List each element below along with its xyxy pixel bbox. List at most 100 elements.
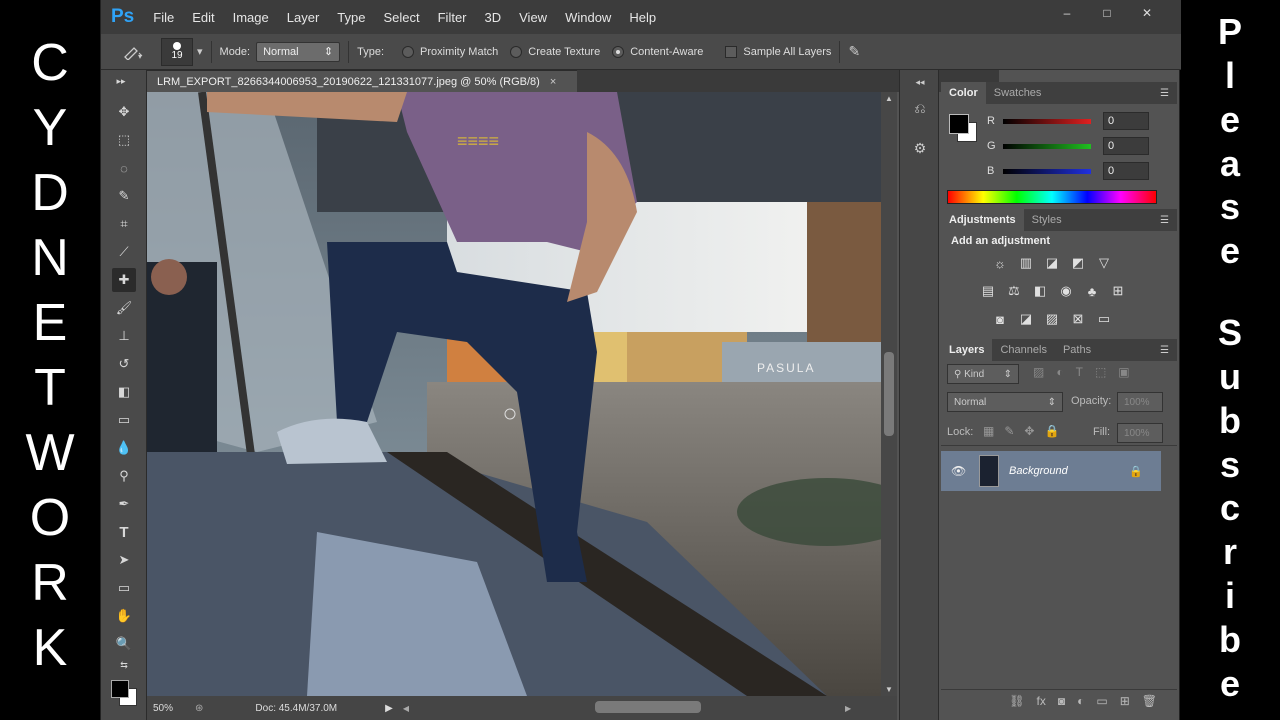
lock-transparency-icon[interactable]: ▦: [983, 424, 994, 438]
pixel-filter-icon[interactable]: ▨: [1033, 365, 1044, 379]
red-value[interactable]: 0: [1103, 112, 1149, 130]
document-tab[interactable]: LRM_EXPORT_8266344006953_20190622_121331…: [147, 70, 577, 92]
scroll-left-arrow-icon[interactable]: ◀: [403, 704, 409, 713]
pen-tool-icon[interactable]: ✒: [112, 492, 136, 516]
lasso-tool-icon[interactable]: ◌: [112, 156, 136, 180]
adjustment-filter-icon[interactable]: ◐: [1056, 365, 1063, 379]
properties-panel-icon[interactable]: ⚙: [910, 138, 930, 158]
menu-file[interactable]: File: [144, 10, 183, 25]
tab-layers[interactable]: Layers: [941, 339, 993, 361]
sample-all-layers-checkbox[interactable]: [725, 45, 738, 58]
curves-icon[interactable]: ◪: [1043, 254, 1061, 272]
exposure-icon[interactable]: ◩: [1069, 254, 1087, 272]
panel-menu-icon[interactable]: ☰: [1160, 345, 1169, 356]
color-fg-swatch[interactable]: [949, 114, 969, 134]
tab-styles[interactable]: Styles: [1024, 209, 1070, 231]
menu-help[interactable]: Help: [620, 10, 665, 25]
maximize-button[interactable]: □: [1089, 4, 1125, 22]
blend-mode-select[interactable]: Normal ⇕: [947, 392, 1063, 412]
tab-color[interactable]: Color: [941, 82, 986, 104]
mode-select[interactable]: Normal ⇕: [256, 41, 341, 62]
blue-slider[interactable]: [1003, 168, 1091, 174]
menu-select[interactable]: Select: [374, 10, 428, 25]
menu-3d[interactable]: 3D: [476, 10, 511, 25]
color-swatches[interactable]: [109, 678, 139, 708]
layer-name[interactable]: Background: [1009, 465, 1068, 477]
new-group-icon[interactable]: ▭: [1096, 694, 1107, 708]
collapse-arrows-icon[interactable]: ▸▸: [109, 76, 133, 86]
scroll-up-arrow-icon[interactable]: ▲: [885, 94, 893, 103]
smart-object-filter-icon[interactable]: ▣: [1118, 365, 1129, 379]
dodge-tool-icon[interactable]: ⚲: [112, 464, 136, 488]
horizontal-scroll-thumb[interactable]: [595, 701, 701, 713]
status-menu-arrow-icon[interactable]: ▶: [385, 703, 393, 714]
tab-swatches[interactable]: Swatches: [986, 82, 1050, 104]
new-layer-icon[interactable]: ⊞: [1120, 694, 1130, 708]
blue-value[interactable]: 0: [1103, 162, 1149, 180]
fill-field[interactable]: 100%: [1117, 423, 1163, 443]
blur-tool-icon[interactable]: 💧: [112, 436, 136, 460]
menu-image[interactable]: Image: [224, 10, 278, 25]
photo-filter-icon[interactable]: ◉: [1057, 282, 1075, 300]
history-panel-icon[interactable]: ⎌: [910, 98, 930, 118]
color-lookup-icon[interactable]: ⊞: [1109, 282, 1127, 300]
delete-layer-icon[interactable]: 🗑: [1142, 694, 1157, 708]
adjustment-layer-icon[interactable]: ◐: [1077, 694, 1084, 708]
swap-colors-icon[interactable]: ⇆: [112, 658, 136, 672]
brightness-icon[interactable]: ☼: [991, 254, 1009, 272]
add-mask-icon[interactable]: ◙: [1058, 694, 1065, 708]
proximity-match-radio[interactable]: [402, 45, 415, 58]
shape-tool-icon[interactable]: ▭: [112, 576, 136, 600]
menu-view[interactable]: View: [510, 10, 556, 25]
green-slider[interactable]: [1003, 143, 1091, 149]
layer-row-background[interactable]: 👁 Background 🔒: [941, 451, 1161, 491]
close-button[interactable]: ✕: [1129, 4, 1165, 22]
gradient-tool-icon[interactable]: ▭: [112, 408, 136, 432]
type-filter-icon[interactable]: T: [1076, 365, 1083, 379]
foreground-color-swatch[interactable]: [111, 680, 129, 698]
scroll-down-arrow-icon[interactable]: ▼: [885, 685, 893, 694]
quick-select-tool-icon[interactable]: ✎: [112, 184, 136, 208]
levels-icon[interactable]: ▥: [1017, 254, 1035, 272]
color-spectrum[interactable]: [947, 190, 1157, 204]
history-brush-tool-icon[interactable]: ↺: [112, 352, 136, 376]
path-select-tool-icon[interactable]: ➤: [112, 548, 136, 572]
menu-layer[interactable]: Layer: [278, 10, 329, 25]
menu-edit[interactable]: Edit: [183, 10, 223, 25]
eyedropper-tool-icon[interactable]: ⟋: [112, 240, 136, 264]
opacity-field[interactable]: 100%: [1117, 392, 1163, 412]
zoom-tool-icon[interactable]: 🔍: [112, 632, 136, 656]
marquee-tool-icon[interactable]: ⬚: [112, 128, 136, 152]
menu-type[interactable]: Type: [328, 10, 374, 25]
chevron-down-icon[interactable]: ▾: [197, 45, 203, 58]
vibrance-icon[interactable]: ▽: [1095, 254, 1113, 272]
document-canvas[interactable]: PASULA ≡≡≡≡: [147, 92, 881, 696]
close-tab-icon[interactable]: ×: [550, 76, 556, 88]
selective-color-icon[interactable]: ⊠: [1069, 310, 1087, 328]
menu-window[interactable]: Window: [556, 10, 620, 25]
vertical-scroll-thumb[interactable]: [884, 352, 894, 436]
posterize-icon[interactable]: ◪: [1017, 310, 1035, 328]
eraser-tool-icon[interactable]: ◧: [112, 380, 136, 404]
lock-position-icon[interactable]: ✥: [1024, 424, 1034, 438]
share-icon[interactable]: ⊛: [195, 703, 203, 714]
panel-menu-icon[interactable]: ☰: [1160, 88, 1169, 99]
red-slider[interactable]: [1003, 118, 1091, 124]
threshold-icon[interactable]: ▨: [1043, 310, 1061, 328]
spot-healing-brush-icon[interactable]: ▾: [113, 39, 153, 65]
fx-icon[interactable]: fx: [1037, 694, 1046, 708]
create-texture-radio[interactable]: [510, 45, 523, 58]
type-tool-icon[interactable]: T: [112, 520, 136, 544]
hue-saturation-icon[interactable]: ▤: [979, 282, 997, 300]
link-layers-icon[interactable]: ⛓: [1009, 694, 1024, 708]
tab-adjustments[interactable]: Adjustments: [941, 209, 1024, 231]
invert-icon[interactable]: ◙: [991, 310, 1009, 328]
black-white-icon[interactable]: ◧: [1031, 282, 1049, 300]
hand-tool-icon[interactable]: ✋: [112, 604, 136, 628]
eye-visibility-icon[interactable]: 👁: [951, 464, 966, 478]
tab-channels[interactable]: Channels: [992, 339, 1054, 361]
pressure-brush-icon[interactable]: ✎: [848, 43, 860, 60]
minimize-button[interactable]: –: [1049, 4, 1085, 22]
move-tool-icon[interactable]: ✥: [112, 100, 136, 124]
clone-stamp-tool-icon[interactable]: ⊥: [112, 324, 136, 348]
